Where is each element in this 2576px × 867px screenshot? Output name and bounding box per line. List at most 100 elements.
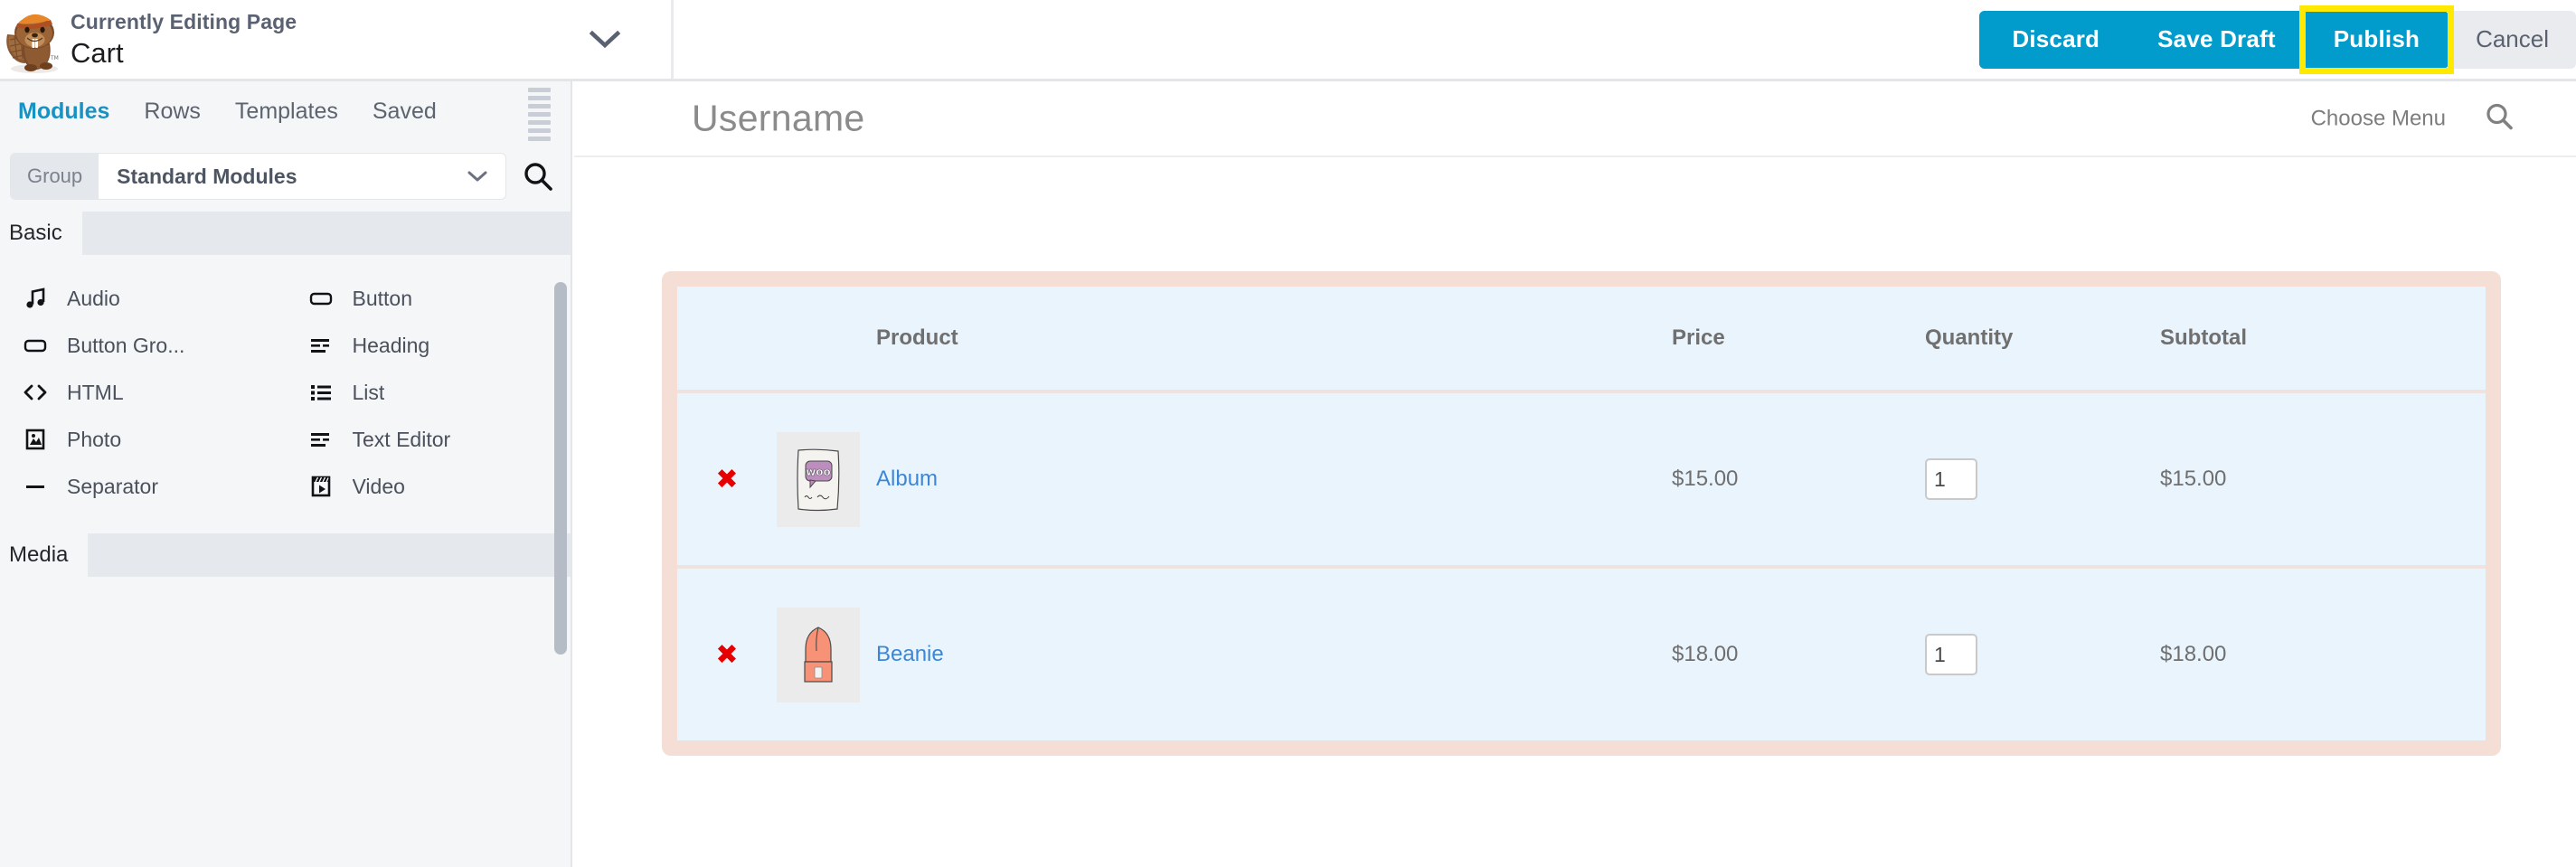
cell-thumb: woo bbox=[777, 390, 876, 565]
drag-handle-icon[interactable] bbox=[528, 88, 551, 141]
module-list[interactable]: List bbox=[286, 369, 571, 416]
module-label: List bbox=[352, 380, 385, 404]
module-label: Button Gro... bbox=[67, 333, 185, 357]
group-label: Group bbox=[11, 154, 99, 199]
product-price: $18.00 bbox=[1672, 642, 1739, 666]
cell-quantity bbox=[1925, 565, 2160, 740]
publish-button-highlight: Publish bbox=[2298, 5, 2455, 74]
separator-icon bbox=[22, 473, 49, 500]
module-text-editor[interactable]: Text Editor bbox=[286, 416, 571, 463]
tab-modules[interactable]: Modules bbox=[16, 95, 111, 128]
remove-item-icon[interactable]: ✖ bbox=[677, 639, 777, 671]
product-link[interactable]: Album bbox=[876, 466, 938, 491]
panel-scrollbar[interactable] bbox=[554, 282, 567, 655]
currently-editing-label: Currently Editing Page bbox=[71, 9, 297, 33]
tab-rows[interactable]: Rows bbox=[142, 95, 203, 128]
primary-action-group: Discard Save Draft Publish bbox=[1979, 5, 2455, 74]
section-label-basic: Basic bbox=[0, 212, 82, 255]
module-label: Photo bbox=[67, 427, 122, 451]
site-title: Username bbox=[692, 97, 865, 139]
panel-filter-bar: Group Standard Modules bbox=[0, 141, 571, 212]
cancel-button[interactable]: Cancel bbox=[2449, 10, 2576, 69]
chevron-down-icon[interactable] bbox=[589, 24, 621, 56]
video-icon bbox=[307, 473, 335, 500]
discard-button[interactable]: Discard bbox=[1979, 10, 2129, 69]
section-label-media: Media bbox=[0, 533, 89, 577]
module-label: Video bbox=[352, 474, 405, 498]
product-price: $15.00 bbox=[1672, 466, 1739, 491]
cell-product: Album bbox=[876, 390, 1672, 565]
module-audio[interactable]: Audio bbox=[0, 275, 286, 322]
module-photo[interactable]: Photo bbox=[0, 416, 286, 463]
search-icon[interactable] bbox=[516, 160, 560, 193]
table-row: ✖ Beanie $18.00 1 $18.00 bbox=[677, 565, 2486, 740]
quantity-input[interactable] bbox=[1925, 458, 1977, 500]
cart-header-row: Product Price Quantity Subtotal bbox=[677, 287, 2486, 390]
editing-page-header: TM Currently Editing Page Cart bbox=[0, 0, 674, 79]
module-label: Heading bbox=[352, 333, 430, 357]
col-product-header: Product bbox=[876, 287, 1672, 390]
group-value: Standard Modules bbox=[117, 164, 297, 188]
section-header-media[interactable]: Media bbox=[0, 533, 571, 577]
cell-remove: ✖ bbox=[677, 565, 777, 740]
col-subtotal-header: Subtotal bbox=[2160, 287, 2486, 390]
editor-action-buttons: Discard Save Draft Publish Cancel bbox=[1979, 0, 2576, 79]
button-icon bbox=[307, 285, 335, 312]
product-subtotal: $15.00 bbox=[2160, 466, 2227, 491]
page-preview: Username Choose Menu Product Price Quant… bbox=[574, 81, 2576, 867]
chevron-down-icon bbox=[467, 154, 505, 199]
beanie-product-thumb[interactable] bbox=[777, 607, 860, 702]
svg-text:TM: TM bbox=[50, 55, 59, 61]
module-separator[interactable]: Separator bbox=[0, 463, 286, 510]
cell-price: $15.00 bbox=[1672, 390, 1925, 565]
svg-text:woo: woo bbox=[806, 466, 831, 478]
module-button-group[interactable]: Button Gro... bbox=[0, 322, 286, 369]
cart-module: Product Price Quantity Subtotal ✖ woo Al… bbox=[662, 271, 2501, 756]
choose-menu-link[interactable]: Choose Menu bbox=[2311, 106, 2446, 131]
module-label: Button bbox=[352, 286, 413, 310]
module-label: Text Editor bbox=[352, 427, 451, 451]
product-link[interactable]: Beanie bbox=[876, 642, 944, 666]
product-subtotal: $18.00 bbox=[2160, 642, 2227, 666]
album-product-thumb[interactable]: woo bbox=[777, 431, 860, 527]
save-draft-button[interactable]: Save Draft bbox=[2128, 10, 2305, 69]
section-header-basic[interactable]: Basic bbox=[0, 212, 571, 255]
module-heading[interactable]: Heading bbox=[286, 322, 571, 369]
cell-price: $18.00 bbox=[1672, 565, 1925, 740]
module-button[interactable]: Button bbox=[286, 275, 571, 322]
modules-panel: Modules Rows Templates Saved Group Stand… bbox=[0, 81, 572, 867]
table-row: ✖ woo Album $15.00 1 $15.00 bbox=[677, 390, 2486, 565]
quantity-input[interactable] bbox=[1925, 634, 1977, 675]
module-label: HTML bbox=[67, 380, 124, 404]
col-price-header: Price bbox=[1672, 287, 1925, 390]
col-thumb-header bbox=[777, 287, 876, 390]
heading-icon bbox=[307, 332, 335, 359]
publish-button[interactable]: Publish bbox=[2304, 25, 2449, 53]
cell-thumb bbox=[777, 565, 876, 740]
module-video[interactable]: Video bbox=[286, 463, 571, 510]
code-icon bbox=[22, 379, 49, 406]
cell-subtotal: $15.00 bbox=[2160, 390, 2486, 565]
cell-remove: ✖ bbox=[677, 390, 777, 565]
photo-icon bbox=[22, 426, 49, 453]
panel-tab-bar: Modules Rows Templates Saved bbox=[0, 81, 571, 141]
list-icon bbox=[307, 379, 335, 406]
group-select[interactable]: Group Standard Modules bbox=[11, 154, 505, 199]
editor-top-bar: TM Currently Editing Page Cart Discard S… bbox=[0, 0, 2576, 81]
module-label: Audio bbox=[67, 286, 120, 310]
module-html[interactable]: HTML bbox=[0, 369, 286, 416]
col-remove-header bbox=[677, 287, 777, 390]
search-icon[interactable] bbox=[2484, 101, 2515, 137]
cell-subtotal: $18.00 bbox=[2160, 565, 2486, 740]
page-title: Cart bbox=[71, 37, 124, 70]
module-label: Separator bbox=[67, 474, 159, 498]
text-editor-icon bbox=[307, 426, 335, 453]
cell-quantity bbox=[1925, 390, 2160, 565]
button-group-icon bbox=[22, 332, 49, 359]
remove-item-icon[interactable]: ✖ bbox=[677, 464, 777, 495]
cell-product: Beanie bbox=[876, 565, 1672, 740]
tab-saved[interactable]: Saved bbox=[371, 95, 439, 128]
page-meta: Currently Editing Page Cart bbox=[71, 9, 297, 71]
cart-table-body: ✖ woo Album $15.00 1 $15.00 ✖ Beanie $18… bbox=[677, 390, 2486, 740]
tab-templates[interactable]: Templates bbox=[233, 95, 340, 128]
